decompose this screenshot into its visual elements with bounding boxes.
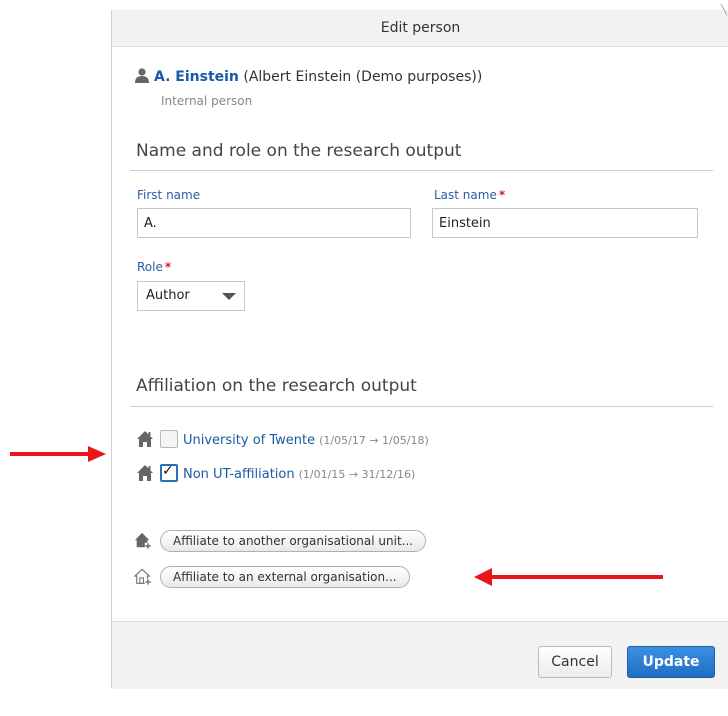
required-marker: * [164,260,172,274]
affiliation-name-link[interactable]: University of Twente [183,433,315,448]
last-name-label-group: Last name * [434,188,505,202]
affiliation-dates: (1/01/15 → 31/12/16) [298,468,416,481]
first-name-label: First name [137,188,201,202]
affiliate-organisational-unit-button[interactable]: Affiliate to another organisational unit… [160,530,427,552]
checkmark-icon: ✓ [162,463,174,479]
person-name-link[interactable]: A. Einstein [154,69,239,85]
affiliation-checkbox-non-ut-affiliation[interactable]: ✓ [160,463,178,482]
affiliation-dates: (1/05/17 → 1/05/18) [319,434,429,447]
person-type: Internal person [161,94,253,108]
name-role-section-title: Name and role on the research output [136,141,462,161]
cancel-button[interactable]: Cancel [538,646,612,678]
house-icon [137,431,153,447]
affiliation-item: University of Twente (1/05/17 → 1/05/18) [136,430,429,448]
section-divider [130,406,713,407]
external-house-add-icon [134,568,152,585]
role-select[interactable]: Author [137,281,245,311]
affiliate-external-organisation-button[interactable]: Affiliate to an external organisation... [160,566,410,588]
role-select-value: Author [146,288,190,303]
affiliate-internal-row: Affiliate to another organisational unit… [134,530,427,552]
annotation-arrow-right [10,446,106,462]
role-label: Role [137,260,163,274]
affiliation-item: ✓ Non UT-affiliation (1/01/15 → 31/12/16) [136,463,416,482]
affiliation-name-link[interactable]: Non UT-affiliation [183,467,295,482]
dialog-corner-icon[interactable]: ╲ [719,6,728,16]
first-name-input[interactable] [137,208,411,238]
annotation-arrow-left [474,568,663,586]
last-name-input[interactable] [432,208,698,238]
required-marker: * [498,188,506,202]
person-full-name: (Albert Einstein (Demo purposes)) [243,69,483,85]
last-name-label: Last name [434,188,497,202]
affiliation-section-title: Affiliation on the research output [136,376,417,396]
section-divider [130,170,713,171]
chevron-down-icon [222,293,236,300]
house-add-icon [134,532,152,549]
house-icon [137,465,153,481]
role-label-group: Role * [137,260,171,274]
update-button[interactable]: Update [627,646,715,678]
affiliation-checkbox-university-of-twente[interactable] [160,430,178,448]
person-icon [135,68,149,83]
affiliate-external-row: Affiliate to an external organisation... [134,566,410,588]
dialog-header: Edit person ╲ [112,6,728,47]
screenshot-canvas: Edit person ╲ A. Einstein (Albert Einste… [0,0,728,716]
dialog-footer: Cancel Update [112,621,728,689]
dialog-title: Edit person [380,20,461,36]
person-summary: A. Einstein (Albert Einstein (Demo purpo… [134,67,482,85]
